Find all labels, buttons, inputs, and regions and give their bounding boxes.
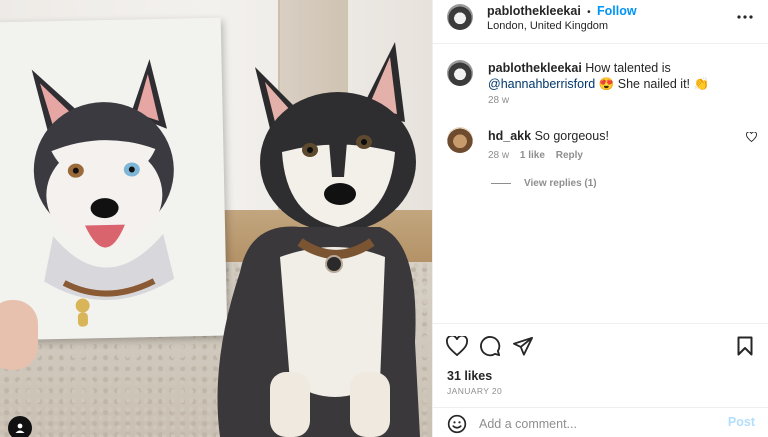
author-avatar[interactable] xyxy=(447,4,473,30)
emoji-icon[interactable] xyxy=(445,412,469,436)
bookmark-icon[interactable] xyxy=(733,334,757,358)
commenter-avatar[interactable] xyxy=(447,127,473,153)
more-options-icon[interactable] xyxy=(733,5,757,29)
caption-text-after: She nailed it! xyxy=(617,77,691,91)
replies-divider xyxy=(491,183,511,184)
post-date[interactable]: JANUARY 20 xyxy=(447,386,502,396)
reply-button[interactable]: Reply xyxy=(556,150,583,161)
emoji-clap: 👏 xyxy=(693,77,710,91)
caption-avatar[interactable] xyxy=(447,60,473,86)
comment-icon[interactable] xyxy=(478,334,502,358)
small-heart-icon[interactable] xyxy=(743,129,759,145)
comment-username[interactable]: hd_akk xyxy=(488,129,531,143)
author-username[interactable]: pablothekleekai xyxy=(487,4,581,18)
caption-age[interactable]: 28 w xyxy=(488,95,509,106)
caption-username[interactable]: pablothekleekai xyxy=(488,61,582,75)
post-actions: 31 likes JANUARY 20 xyxy=(433,323,768,407)
hand xyxy=(0,300,38,370)
header-separator: • xyxy=(587,7,591,18)
post-sidebar: pablothekleekai • Follow London, United … xyxy=(432,0,768,437)
view-replies-button[interactable]: View replies (1) xyxy=(524,178,597,189)
post-photo[interactable] xyxy=(0,0,432,437)
comment-likes[interactable]: 1 like xyxy=(520,150,545,161)
heart-icon[interactable] xyxy=(445,334,469,358)
husky-dog xyxy=(217,42,420,437)
husky-painting xyxy=(0,17,228,341)
caption-text-before: How talented is xyxy=(585,61,671,75)
comment-text: So gorgeous! xyxy=(534,129,609,143)
comment-input[interactable] xyxy=(479,415,709,433)
caption-mention[interactable]: @hannahberrisford xyxy=(488,77,595,91)
likes-count[interactable]: 31 likes xyxy=(447,369,492,383)
comment-bar: Post xyxy=(433,407,768,437)
profile-icon[interactable] xyxy=(8,416,32,437)
post-location[interactable]: London, United Kingdom xyxy=(487,20,608,32)
post-header: pablothekleekai • Follow London, United … xyxy=(433,0,768,44)
post-comment-button[interactable]: Post xyxy=(728,415,755,429)
emoji-heart-eyes: 😍 xyxy=(598,77,615,91)
follow-button[interactable]: Follow xyxy=(597,4,637,18)
comment-age[interactable]: 28 w xyxy=(488,150,509,161)
share-icon[interactable] xyxy=(511,334,535,358)
